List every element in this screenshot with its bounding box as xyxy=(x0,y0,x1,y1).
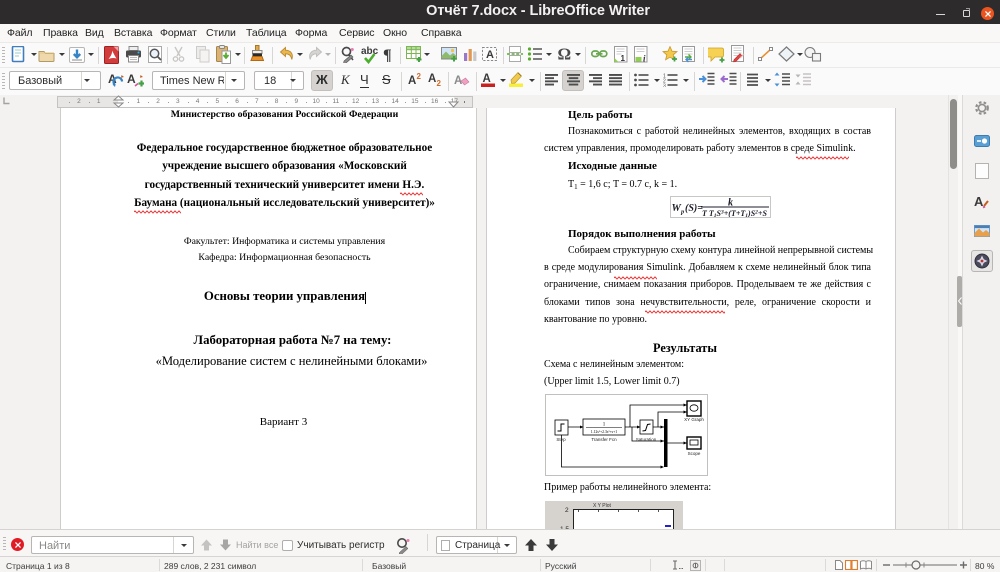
svg-text:abc: abc xyxy=(361,46,378,57)
svg-text:W: W xyxy=(672,203,682,214)
svg-text:2: 2 xyxy=(437,79,442,87)
svg-text:XY Graph: XY Graph xyxy=(684,417,704,422)
svg-text:A: A xyxy=(486,49,494,61)
svg-text:3: 3 xyxy=(663,84,666,88)
svg-text:(S)=: (S)= xyxy=(685,203,703,214)
svg-text:Scope: Scope xyxy=(688,451,701,456)
svg-text:A: A xyxy=(483,73,491,85)
svg-text:Step: Step xyxy=(556,437,566,442)
svg-text:A: A xyxy=(127,72,136,86)
svg-text:A: A xyxy=(408,75,416,87)
svg-text:1.12s³+2.3s²+s+1: 1.12s³+2.3s²+s+1 xyxy=(591,430,618,434)
svg-text:T T1S3+(T+T1)S2+S: T T1S3+(T+T1)S2+S xyxy=(702,209,767,217)
svg-text:Saturation: Saturation xyxy=(636,437,657,442)
svg-text:Ω: Ω xyxy=(558,45,572,63)
svg-text:A: A xyxy=(428,73,436,85)
svg-text:¶: ¶ xyxy=(383,47,392,63)
svg-text:A: A xyxy=(974,194,984,209)
svg-text:2: 2 xyxy=(417,72,422,81)
svg-text:Transfer Fcn: Transfer Fcn xyxy=(591,437,617,442)
svg-text:1: 1 xyxy=(621,54,626,63)
